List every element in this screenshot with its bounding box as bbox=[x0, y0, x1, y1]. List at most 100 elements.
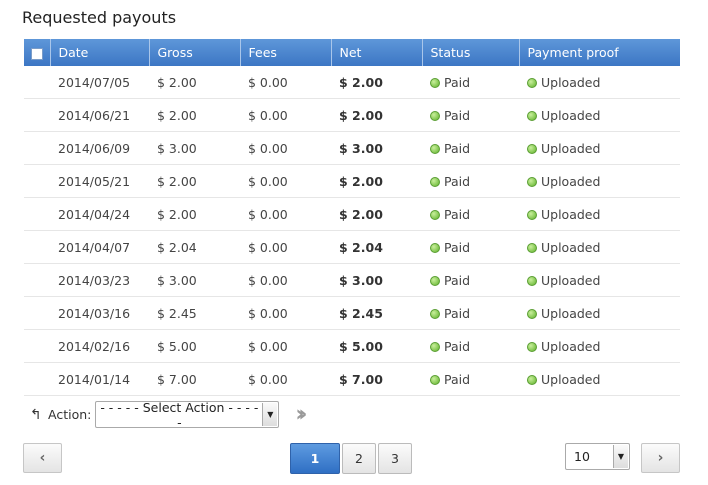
column-header-payment-proof[interactable]: Payment proof bbox=[519, 39, 680, 66]
status-dot-icon bbox=[430, 176, 440, 187]
row-checkbox-cell[interactable] bbox=[24, 230, 50, 264]
table-row[interactable]: 2014/07/05 $ 2.00 $ 0.00 $ 2.00 Paid Uploaded bbox=[24, 66, 680, 99]
payment-proof-text: Uploaded bbox=[541, 371, 601, 387]
fees-cell: $ 0.00 bbox=[240, 98, 331, 132]
fees-cell: $ 0.00 bbox=[240, 66, 331, 99]
row-checkbox-cell[interactable] bbox=[24, 66, 50, 99]
payment-proof-text: Uploaded bbox=[541, 74, 601, 90]
row-checkbox-cell[interactable] bbox=[24, 164, 50, 198]
column-header-fees[interactable]: Fees bbox=[240, 39, 332, 66]
status-cell: Paid bbox=[422, 66, 519, 99]
row-checkbox-cell[interactable] bbox=[24, 197, 50, 231]
status-dot-icon bbox=[430, 341, 440, 352]
payment-proof-text: Uploaded bbox=[541, 107, 601, 123]
status-dot-icon bbox=[527, 341, 537, 352]
chevron-down-icon[interactable]: ▼ bbox=[262, 403, 278, 426]
status-text: Paid bbox=[444, 239, 471, 255]
row-checkbox-cell[interactable] bbox=[24, 98, 50, 132]
status-cell: Paid bbox=[422, 197, 519, 231]
date-cell: 2014/06/09 bbox=[50, 131, 149, 165]
gross-cell: $ 3.00 bbox=[149, 131, 240, 165]
status-text: Paid bbox=[444, 140, 471, 156]
status-text: Paid bbox=[444, 107, 471, 123]
table-row[interactable]: 2014/03/23 $ 3.00 $ 0.00 $ 3.00 Paid Uploaded bbox=[24, 263, 680, 297]
page-1-button[interactable]: 1 bbox=[290, 443, 340, 474]
action-select-value: - - - - - Select Action - - - - - bbox=[100, 399, 259, 430]
row-checkbox-cell[interactable] bbox=[24, 362, 50, 396]
payment-proof-cell: Uploaded bbox=[519, 329, 680, 363]
select-all-checkbox[interactable] bbox=[30, 47, 43, 60]
gross-cell: $ 2.04 bbox=[149, 230, 240, 264]
double-chevron-right-icon[interactable]: ›› bbox=[295, 403, 307, 426]
table-row[interactable]: 2014/04/07 $ 2.04 $ 0.00 $ 2.04 Paid Uploaded bbox=[24, 230, 680, 264]
status-dot-icon bbox=[527, 308, 537, 319]
status-dot-icon bbox=[527, 374, 537, 385]
gross-cell: $ 2.00 bbox=[149, 98, 240, 132]
net-cell: $ 5.00 bbox=[331, 329, 422, 363]
status-dot-icon bbox=[430, 308, 440, 319]
page-2-button[interactable]: 2 bbox=[342, 443, 376, 474]
chevron-down-icon[interactable]: ▼ bbox=[613, 445, 628, 468]
gross-cell: $ 2.00 bbox=[149, 66, 240, 99]
status-text: Paid bbox=[444, 305, 471, 321]
row-checkbox-cell[interactable] bbox=[24, 329, 50, 363]
status-text: Paid bbox=[444, 74, 471, 90]
gross-cell: $ 2.00 bbox=[149, 197, 240, 231]
payment-proof-cell: Uploaded bbox=[519, 362, 680, 396]
payment-proof-text: Uploaded bbox=[541, 206, 601, 222]
status-dot-icon bbox=[527, 242, 537, 253]
payment-proof-cell: Uploaded bbox=[519, 296, 680, 330]
status-dot-icon bbox=[527, 110, 537, 121]
table-row[interactable]: 2014/04/24 $ 2.00 $ 0.00 $ 2.00 Paid Uploaded bbox=[24, 197, 680, 231]
status-cell: Paid bbox=[422, 98, 519, 132]
date-cell: 2014/05/21 bbox=[50, 164, 149, 198]
date-cell: 2014/02/16 bbox=[50, 329, 149, 363]
status-text: Paid bbox=[444, 206, 471, 222]
status-dot-icon bbox=[430, 77, 440, 88]
table-row[interactable]: 2014/05/21 $ 2.00 $ 0.00 $ 2.00 Paid Uploaded bbox=[24, 164, 680, 198]
column-header-gross[interactable]: Gross bbox=[149, 39, 241, 66]
previous-page-button[interactable]: ‹ bbox=[23, 443, 62, 473]
column-header-date[interactable]: Date bbox=[50, 39, 150, 66]
row-checkbox-cell[interactable] bbox=[24, 296, 50, 330]
status-cell: Paid bbox=[422, 362, 519, 396]
date-cell: 2014/06/21 bbox=[50, 98, 149, 132]
net-cell: $ 2.45 bbox=[331, 296, 422, 330]
net-cell: $ 3.00 bbox=[331, 131, 422, 165]
column-header-status[interactable]: Status bbox=[422, 39, 520, 66]
net-cell: $ 3.00 bbox=[331, 263, 422, 297]
table-row[interactable]: 2014/06/21 $ 2.00 $ 0.00 $ 2.00 Paid Uploaded bbox=[24, 98, 680, 132]
next-page-button[interactable]: › bbox=[641, 443, 680, 473]
net-cell: $ 2.04 bbox=[331, 230, 422, 264]
status-dot-icon bbox=[527, 143, 537, 154]
fees-cell: $ 0.00 bbox=[240, 230, 331, 264]
table-row[interactable]: 2014/02/16 $ 5.00 $ 0.00 $ 5.00 Paid Uploaded bbox=[24, 329, 680, 363]
status-dot-icon bbox=[527, 77, 537, 88]
table-row[interactable]: 2014/06/09 $ 3.00 $ 0.00 $ 3.00 Paid Uploaded bbox=[24, 131, 680, 165]
row-checkbox-cell[interactable] bbox=[24, 131, 50, 165]
payment-proof-text: Uploaded bbox=[541, 239, 601, 255]
payment-proof-text: Uploaded bbox=[541, 173, 601, 189]
select-all-checkbox-cell[interactable] bbox=[24, 39, 51, 66]
status-dot-icon bbox=[527, 176, 537, 187]
status-text: Paid bbox=[444, 371, 471, 387]
row-checkbox-cell[interactable] bbox=[24, 263, 50, 297]
date-cell: 2014/04/24 bbox=[50, 197, 149, 231]
status-cell: Paid bbox=[422, 230, 519, 264]
date-cell: 2014/03/23 bbox=[50, 263, 149, 297]
status-dot-icon bbox=[430, 242, 440, 253]
net-cell: $ 2.00 bbox=[331, 197, 422, 231]
table-row[interactable]: 2014/01/14 $ 7.00 $ 0.00 $ 7.00 Paid Uploaded bbox=[24, 362, 680, 396]
table-header-row: Date Gross Fees Net Status Payment proof bbox=[24, 39, 680, 66]
net-cell: $ 2.00 bbox=[331, 98, 422, 132]
net-cell: $ 7.00 bbox=[331, 362, 422, 396]
date-cell: 2014/01/14 bbox=[50, 362, 149, 396]
action-select[interactable]: - - - - - Select Action - - - - - ▼ bbox=[95, 399, 280, 430]
column-header-net[interactable]: Net bbox=[331, 39, 423, 66]
page-3-button[interactable]: 3 bbox=[378, 443, 412, 474]
bulk-action-bar: ↰ Action: - - - - - Select Action - - - … bbox=[30, 399, 308, 430]
status-dot-icon bbox=[527, 209, 537, 220]
table-row[interactable]: 2014/03/16 $ 2.45 $ 0.00 $ 2.45 Paid Uploaded bbox=[24, 296, 680, 330]
rows-per-page-select[interactable]: 10 ▼ bbox=[565, 443, 630, 470]
status-dot-icon bbox=[430, 143, 440, 154]
